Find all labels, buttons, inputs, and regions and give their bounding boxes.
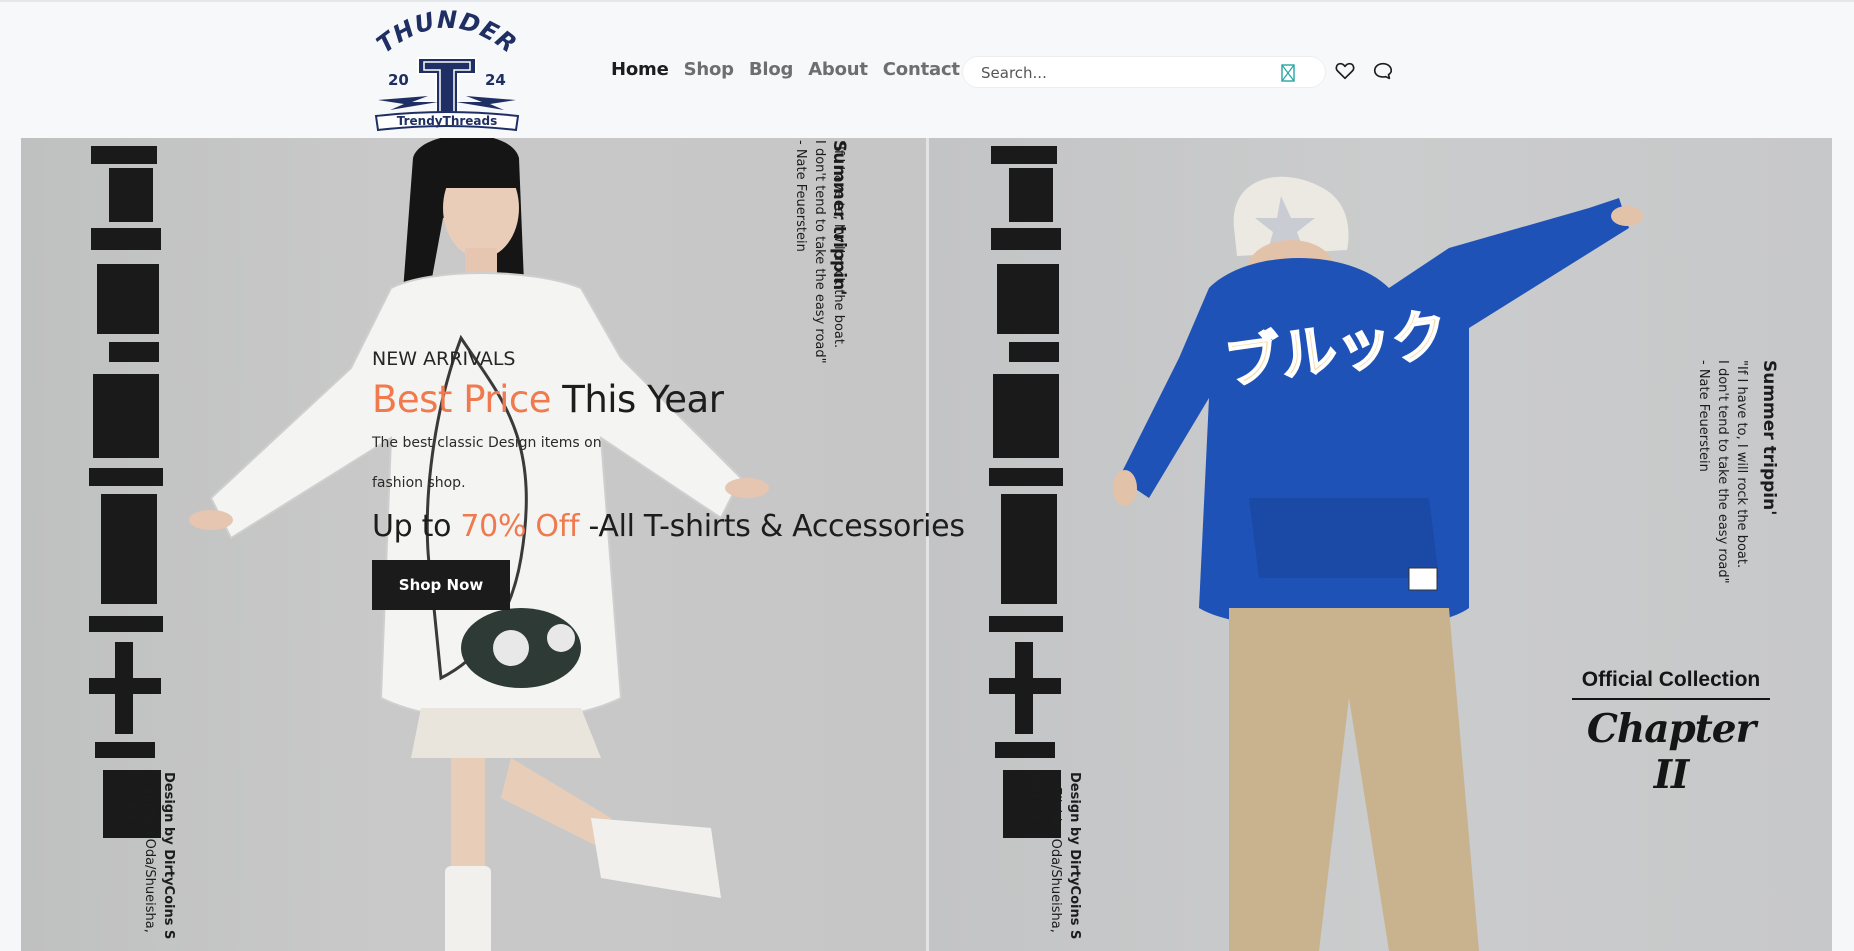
logo-year-right: 24 <box>485 71 506 89</box>
shop-now-button[interactable]: Shop Now <box>372 560 510 610</box>
hero-headline: Best Price This Year <box>372 378 965 421</box>
official-collection-label: Official Collection <box>1572 668 1770 700</box>
model-photo-right: ブルック <box>1029 138 1729 951</box>
svg-text:THUNDER: THUNDER <box>372 8 522 59</box>
hero-copy: NEW ARRIVALS Best Price This Year The be… <box>372 348 965 610</box>
nav-home[interactable]: Home <box>611 59 669 80</box>
hero-description-line-2: fashion shop. <box>372 475 466 491</box>
search-icon[interactable] <box>1279 63 1297 83</box>
official-collection-badge: Official Collection Chapter II <box>1572 668 1770 798</box>
hero-offer: Up to 70% Off -All T-shirts & Accessorie… <box>372 509 965 544</box>
hero-headline-accent: Best Price <box>372 378 551 421</box>
logo-top-text: THUNDER <box>372 8 521 59</box>
poster-quote-right-line-1: "If I have to, I will rock the boat. <box>1734 360 1749 569</box>
logo-year-left: 20 <box>388 71 409 89</box>
search-bar <box>962 56 1326 88</box>
thunder-logo[interactable]: THUNDER 20 24 TrendyThreads <box>372 8 522 136</box>
poster-credit: Design by DirtyCoins S ©Eiichiro Oda/Shu… <box>121 772 178 951</box>
chapter-label: Chapter II <box>1586 706 1756 798</box>
hero-description-line-1: The best classic Design items on <box>372 435 602 451</box>
heart-icon[interactable] <box>1334 60 1356 82</box>
hero-headline-rest: This Year <box>550 378 724 421</box>
hero-offer-accent: 70% Off <box>460 509 580 544</box>
hero-offer-pre: Up to <box>372 509 461 544</box>
hero-description: The best classic Design items on fashion… <box>372 423 965 503</box>
hero-offer-rest: -All T-shirts & Accessories <box>579 509 965 544</box>
chat-bubble-icon[interactable] <box>1372 60 1394 82</box>
search-input[interactable] <box>981 62 1271 84</box>
nav-shop[interactable]: Shop <box>684 59 734 80</box>
poster-quote-title-right: Summer trippin' <box>1759 360 1779 516</box>
poster-credit-line-1: Design by DirtyCoins S <box>161 772 176 940</box>
logo-brand-name: TrendyThreads <box>396 114 498 128</box>
main-nav: Home Shop Blog About Contact Us <box>611 59 1006 80</box>
site-header: THUNDER 20 24 TrendyThreads Home Shop Bl… <box>0 0 1854 138</box>
nav-about[interactable]: About <box>808 59 868 80</box>
hero-kicker: NEW ARRIVALS <box>372 348 516 370</box>
nav-blog[interactable]: Blog <box>749 59 794 80</box>
poster-credit-line-2: ©Eiichiro Oda/Shueisha, Toei An <box>123 772 157 933</box>
poster-right: Design by DirtyCoins S ©Eiichiro Oda/Shu… <box>929 138 1832 951</box>
